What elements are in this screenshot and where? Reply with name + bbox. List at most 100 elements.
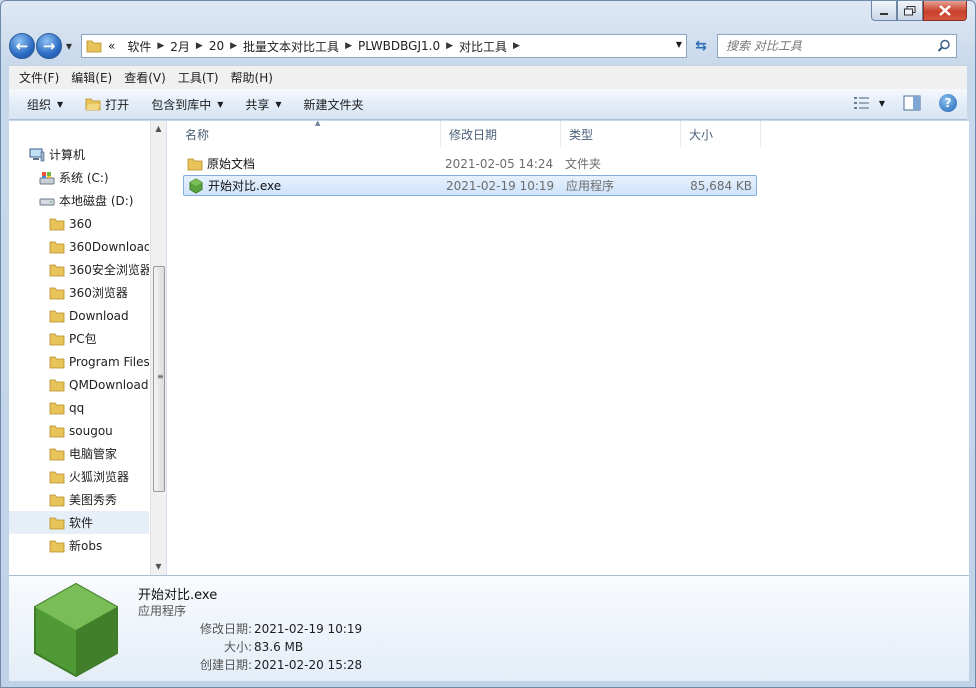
- include-in-library-button[interactable]: 包含到库中 ▼: [143, 96, 231, 113]
- file-row-selected[interactable]: 开始对比.exe 2021-02-19 10:19 应用程序 85,684 KB: [183, 175, 757, 196]
- chevron-right-icon[interactable]: ▶: [513, 41, 520, 51]
- breadcrumb-item[interactable]: PLWBDBGJ1.0: [352, 39, 446, 53]
- nav-item[interactable]: qq: [9, 396, 149, 419]
- nav-item[interactable]: 系统 (C:): [9, 166, 149, 189]
- nav-item-label: 360: [69, 216, 92, 231]
- scroll-thumb[interactable]: ≡: [153, 266, 165, 492]
- file-type: 应用程序: [566, 179, 615, 193]
- details-modified-value: 2021-02-19 10:19: [254, 622, 363, 636]
- menu-help[interactable]: 帮助(H): [225, 69, 279, 86]
- view-controls: ▼ ?: [853, 94, 957, 112]
- nav-scrollbar[interactable]: ▲ ≡ ▼: [150, 121, 166, 575]
- folder-icon: [49, 310, 65, 322]
- breadcrumb-item[interactable]: 对比工具: [453, 38, 513, 55]
- nav-item[interactable]: 360Downloads: [9, 235, 149, 258]
- column-header-name[interactable]: 名称 ▲: [177, 119, 441, 147]
- menu-file[interactable]: 文件(F): [13, 69, 65, 86]
- nav-item-label: qq: [69, 400, 85, 415]
- folder-icon: [49, 540, 65, 552]
- file-name-cell: 开始对比.exe: [188, 177, 281, 194]
- nav-item[interactable]: Program Files: [9, 350, 149, 373]
- chevron-right-icon[interactable]: ▶: [446, 41, 453, 51]
- nav-item[interactable]: 本地磁盘 (D:): [9, 189, 149, 212]
- nav-item[interactable]: 360安全浏览器: [9, 258, 149, 281]
- nav-item[interactable]: Download: [9, 304, 149, 327]
- folder-icon: [49, 218, 65, 230]
- nav-item[interactable]: PC包: [9, 327, 149, 350]
- minimize-button[interactable]: [871, 1, 897, 21]
- app-hexagon-icon: [189, 177, 203, 194]
- folder-icon: [49, 425, 65, 437]
- column-header-size[interactable]: 大小: [681, 121, 761, 147]
- search-input[interactable]: [726, 39, 916, 53]
- include-in-library-label: 包含到库中: [151, 97, 212, 112]
- nav-item[interactable]: 火狐浏览器: [9, 465, 149, 488]
- grip-icon: ≡: [157, 372, 164, 381]
- search-icon[interactable]: [937, 39, 951, 53]
- search-box[interactable]: [717, 34, 957, 58]
- nav-item-label: Download: [69, 308, 129, 323]
- back-button[interactable]: ←: [9, 33, 35, 59]
- menu-view[interactable]: 查看(V): [118, 69, 172, 86]
- refresh-button[interactable]: ⇆: [689, 34, 713, 58]
- close-button[interactable]: [923, 1, 967, 21]
- maximize-button[interactable]: [897, 1, 923, 21]
- open-button[interactable]: 打开: [77, 96, 137, 113]
- column-header-type[interactable]: 类型: [561, 121, 681, 147]
- nav-item-label: 360浏览器: [69, 286, 128, 300]
- forward-button[interactable]: →: [36, 33, 62, 59]
- nav-item-selected[interactable]: 软件: [9, 511, 149, 534]
- details-file-name: 开始对比.exe: [138, 588, 218, 603]
- nav-item-label: 新obs: [69, 539, 103, 553]
- menu-edit[interactable]: 编辑(E): [65, 69, 118, 86]
- minimize-icon: [880, 12, 888, 15]
- details-created-label: 创建日期:: [199, 658, 252, 672]
- breadcrumb-overflow[interactable]: «: [102, 39, 121, 53]
- nav-item[interactable]: QMDownload: [9, 373, 149, 396]
- nav-item-label: 电脑管家: [69, 447, 118, 461]
- scroll-up-icon[interactable]: ▲: [151, 121, 166, 137]
- organize-button[interactable]: 组织 ▼: [19, 96, 71, 113]
- file-row[interactable]: 原始文档 2021-02-05 14:24 文件夹: [183, 153, 757, 174]
- nav-item[interactable]: 美图秀秀: [9, 488, 149, 511]
- new-folder-button[interactable]: 新建文件夹: [296, 96, 372, 113]
- details-created-value: 2021-02-20 15:28: [254, 658, 363, 672]
- nav-item[interactable]: 360: [9, 212, 149, 235]
- nav-item[interactable]: 电脑管家: [9, 442, 149, 465]
- breadcrumb-item[interactable]: 批量文本对比工具: [237, 38, 345, 55]
- address-bar[interactable]: « 软件 ▶ 2月 ▶ 20 ▶ 批量文本对比工具 ▶ PLWBDBGJ1.0 …: [81, 34, 687, 58]
- breadcrumb-item[interactable]: 20: [203, 39, 230, 53]
- chevron-right-icon[interactable]: ▶: [196, 41, 203, 51]
- details-modified-label: 修改日期:: [199, 622, 252, 636]
- chevron-right-icon[interactable]: ▶: [230, 41, 237, 51]
- nav-item[interactable]: sougou: [9, 419, 149, 442]
- refresh-icon: ⇆: [695, 38, 707, 54]
- recent-pages-dropdown[interactable]: ▼: [63, 42, 75, 51]
- scroll-down-icon[interactable]: ▼: [151, 559, 166, 575]
- nav-item-label: 360安全浏览器: [69, 263, 149, 277]
- nav-item-label: Program Files: [69, 354, 149, 369]
- nav-item[interactable]: 新obs: [9, 534, 149, 557]
- folder-icon: [49, 517, 65, 529]
- nav-item[interactable]: 计算机: [9, 143, 149, 166]
- menu-tools[interactable]: 工具(T): [172, 69, 225, 86]
- share-button[interactable]: 共享 ▼: [237, 96, 289, 113]
- nav-item-label: sougou: [69, 423, 113, 438]
- chevron-down-icon: ▼: [217, 99, 224, 109]
- preview-pane-icon[interactable]: [903, 95, 921, 111]
- column-header-date[interactable]: 修改日期: [441, 121, 561, 147]
- help-icon[interactable]: ?: [939, 94, 957, 112]
- chevron-right-icon[interactable]: ▶: [345, 41, 352, 51]
- file-name: 开始对比.exe: [208, 179, 282, 193]
- folder-icon: [49, 333, 65, 345]
- change-view-button[interactable]: ▼: [853, 96, 885, 110]
- restore-icon: [904, 5, 916, 15]
- share-label: 共享: [245, 97, 270, 112]
- chevron-right-icon[interactable]: ▶: [157, 41, 164, 51]
- column-name-label: 名称: [185, 127, 210, 142]
- details-pane: 开始对比.exe 应用程序 修改日期: 2021-02-19 10:19 大小: 8…: [9, 575, 969, 681]
- breadcrumb-item[interactable]: 2月: [164, 38, 196, 55]
- nav-item[interactable]: 360浏览器: [9, 281, 149, 304]
- breadcrumb-item[interactable]: 软件: [121, 38, 157, 55]
- address-history-dropdown[interactable]: ▼: [676, 40, 682, 49]
